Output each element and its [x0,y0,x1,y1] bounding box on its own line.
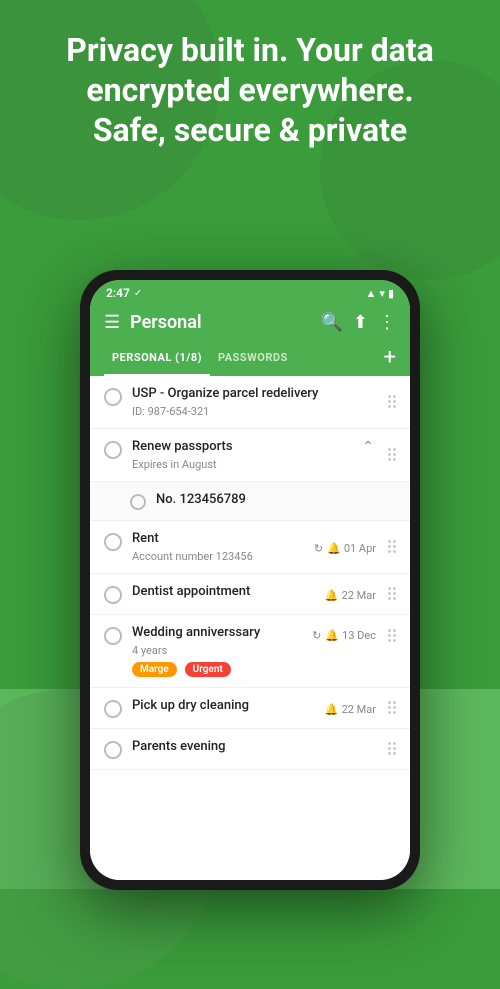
task-title: Wedding anniverssary [132,625,312,642]
collapse-button[interactable]: ⌃ [362,439,374,455]
task-checkbox[interactable] [104,586,122,604]
app-bar: ☰ Personal 🔍 ⬆ ⋮ [90,304,410,341]
task-checkbox[interactable] [104,533,122,551]
task-subtitle: ID: 987-654-321 [132,405,382,418]
task-title: Rent [132,531,314,548]
task-content: Dentist appointment [132,584,325,601]
repeat-icon: ↻ [314,542,323,555]
drag-handle [382,540,396,553]
drag-handle [382,701,396,714]
task-date: 🔔 22 Mar [325,703,376,716]
status-bar: 2:47 ✓ ▲ ▾ ▮ [90,280,410,304]
task-date: 🔔 01 Apr [327,542,376,555]
phone-mockup: 2:47 ✓ ▲ ▾ ▮ ☰ Personal 🔍 ⬆ ⋮ [80,270,420,890]
task-item: Pick up dry cleaning 🔔 22 Mar [90,688,410,729]
tab-passwords[interactable]: PASSWORDS [210,341,296,376]
task-checkbox[interactable] [104,627,122,645]
task-title: USP - Organize parcel redelivery [132,386,382,403]
task-title: Dentist appointment [132,584,325,601]
drag-handle [382,629,396,642]
task-checkbox[interactable] [104,441,122,459]
task-meta: 🔔 22 Mar [325,589,376,602]
task-meta: ↻ 🔔 13 Dec [312,629,376,642]
sub-task-item: No. 123456789 [90,482,410,521]
hero-title: Privacy built in. Your data encrypted ev… [30,30,470,150]
share-icon[interactable]: ⬆ [353,312,368,333]
task-item: Dentist appointment 🔔 22 Mar [90,574,410,615]
task-title: Pick up dry cleaning [132,698,325,715]
task-subtitle: 4 years [132,644,312,657]
task-item: Renew passports Expires in August ⌃ [90,429,410,482]
task-item: USP - Organize parcel redelivery ID: 987… [90,376,410,429]
task-content: Wedding anniverssary 4 years Marge Urgen… [132,625,312,677]
task-title: Parents evening [132,739,382,756]
tab-personal[interactable]: PERSONAL (1/8) [104,341,210,376]
task-title: No. 123456789 [156,492,396,509]
battery-icon: ▮ [388,287,394,300]
drag-handle [382,587,396,600]
repeat-icon: ↻ [312,629,321,642]
task-date: 🔔 13 Dec [325,629,376,642]
sub-task-checkbox[interactable] [130,494,146,510]
phone-screen: 2:47 ✓ ▲ ▾ ▮ ☰ Personal 🔍 ⬆ ⋮ [90,280,410,880]
bell-icon: 🔔 [325,629,339,642]
drag-handle [382,742,396,755]
task-list: USP - Organize parcel redelivery ID: 987… [90,376,410,880]
status-right: ▲ ▾ ▮ [366,287,394,300]
drag-handle [382,395,396,408]
bell-icon: 🔔 [325,589,339,602]
signal-icon: ▲ [366,287,377,300]
task-content: Parents evening [132,739,382,756]
task-item: Rent Account number 123456 ↻ 🔔 01 Apr [90,521,410,574]
task-content: Rent Account number 123456 [132,531,314,563]
add-tab-button[interactable]: + [384,347,396,369]
task-content: Pick up dry cleaning [132,698,325,715]
tag-marge: Marge [132,662,177,677]
status-time: 2:47 [106,286,130,300]
tag-urgent: Urgent [185,662,231,677]
drag-handle [382,448,396,461]
hero-section: Privacy built in. Your data encrypted ev… [0,30,500,150]
task-content: Renew passports Expires in August [132,439,382,471]
search-icon[interactable]: 🔍 [320,312,342,333]
task-checkbox[interactable] [104,741,122,759]
bell-icon: 🔔 [327,542,341,555]
bell-icon: 🔔 [325,703,339,716]
task-tags: Marge Urgent [132,657,312,677]
task-item: Parents evening [90,729,410,770]
task-content: No. 123456789 [156,492,396,509]
app-title: Personal [130,312,310,333]
task-checkbox[interactable] [104,388,122,406]
task-subtitle: Expires in August [132,458,382,471]
task-meta: 🔔 22 Mar [325,703,376,716]
phone-frame: 2:47 ✓ ▲ ▾ ▮ ☰ Personal 🔍 ⬆ ⋮ [80,270,420,890]
tab-bar: PERSONAL (1/8) PASSWORDS + [90,341,410,376]
task-subtitle: Account number 123456 [132,550,314,563]
status-check-icon: ✓ [134,288,142,299]
task-checkbox[interactable] [104,700,122,718]
wifi-icon: ▾ [379,287,385,300]
status-left: 2:47 ✓ [106,286,142,300]
task-content: USP - Organize parcel redelivery ID: 987… [132,386,382,418]
more-icon[interactable]: ⋮ [378,312,396,333]
menu-icon[interactable]: ☰ [104,312,120,333]
task-item: Wedding anniverssary 4 years Marge Urgen… [90,615,410,688]
task-meta: ↻ 🔔 01 Apr [314,542,376,555]
task-title: Renew passports [132,439,382,456]
task-date: 🔔 22 Mar [325,589,376,602]
